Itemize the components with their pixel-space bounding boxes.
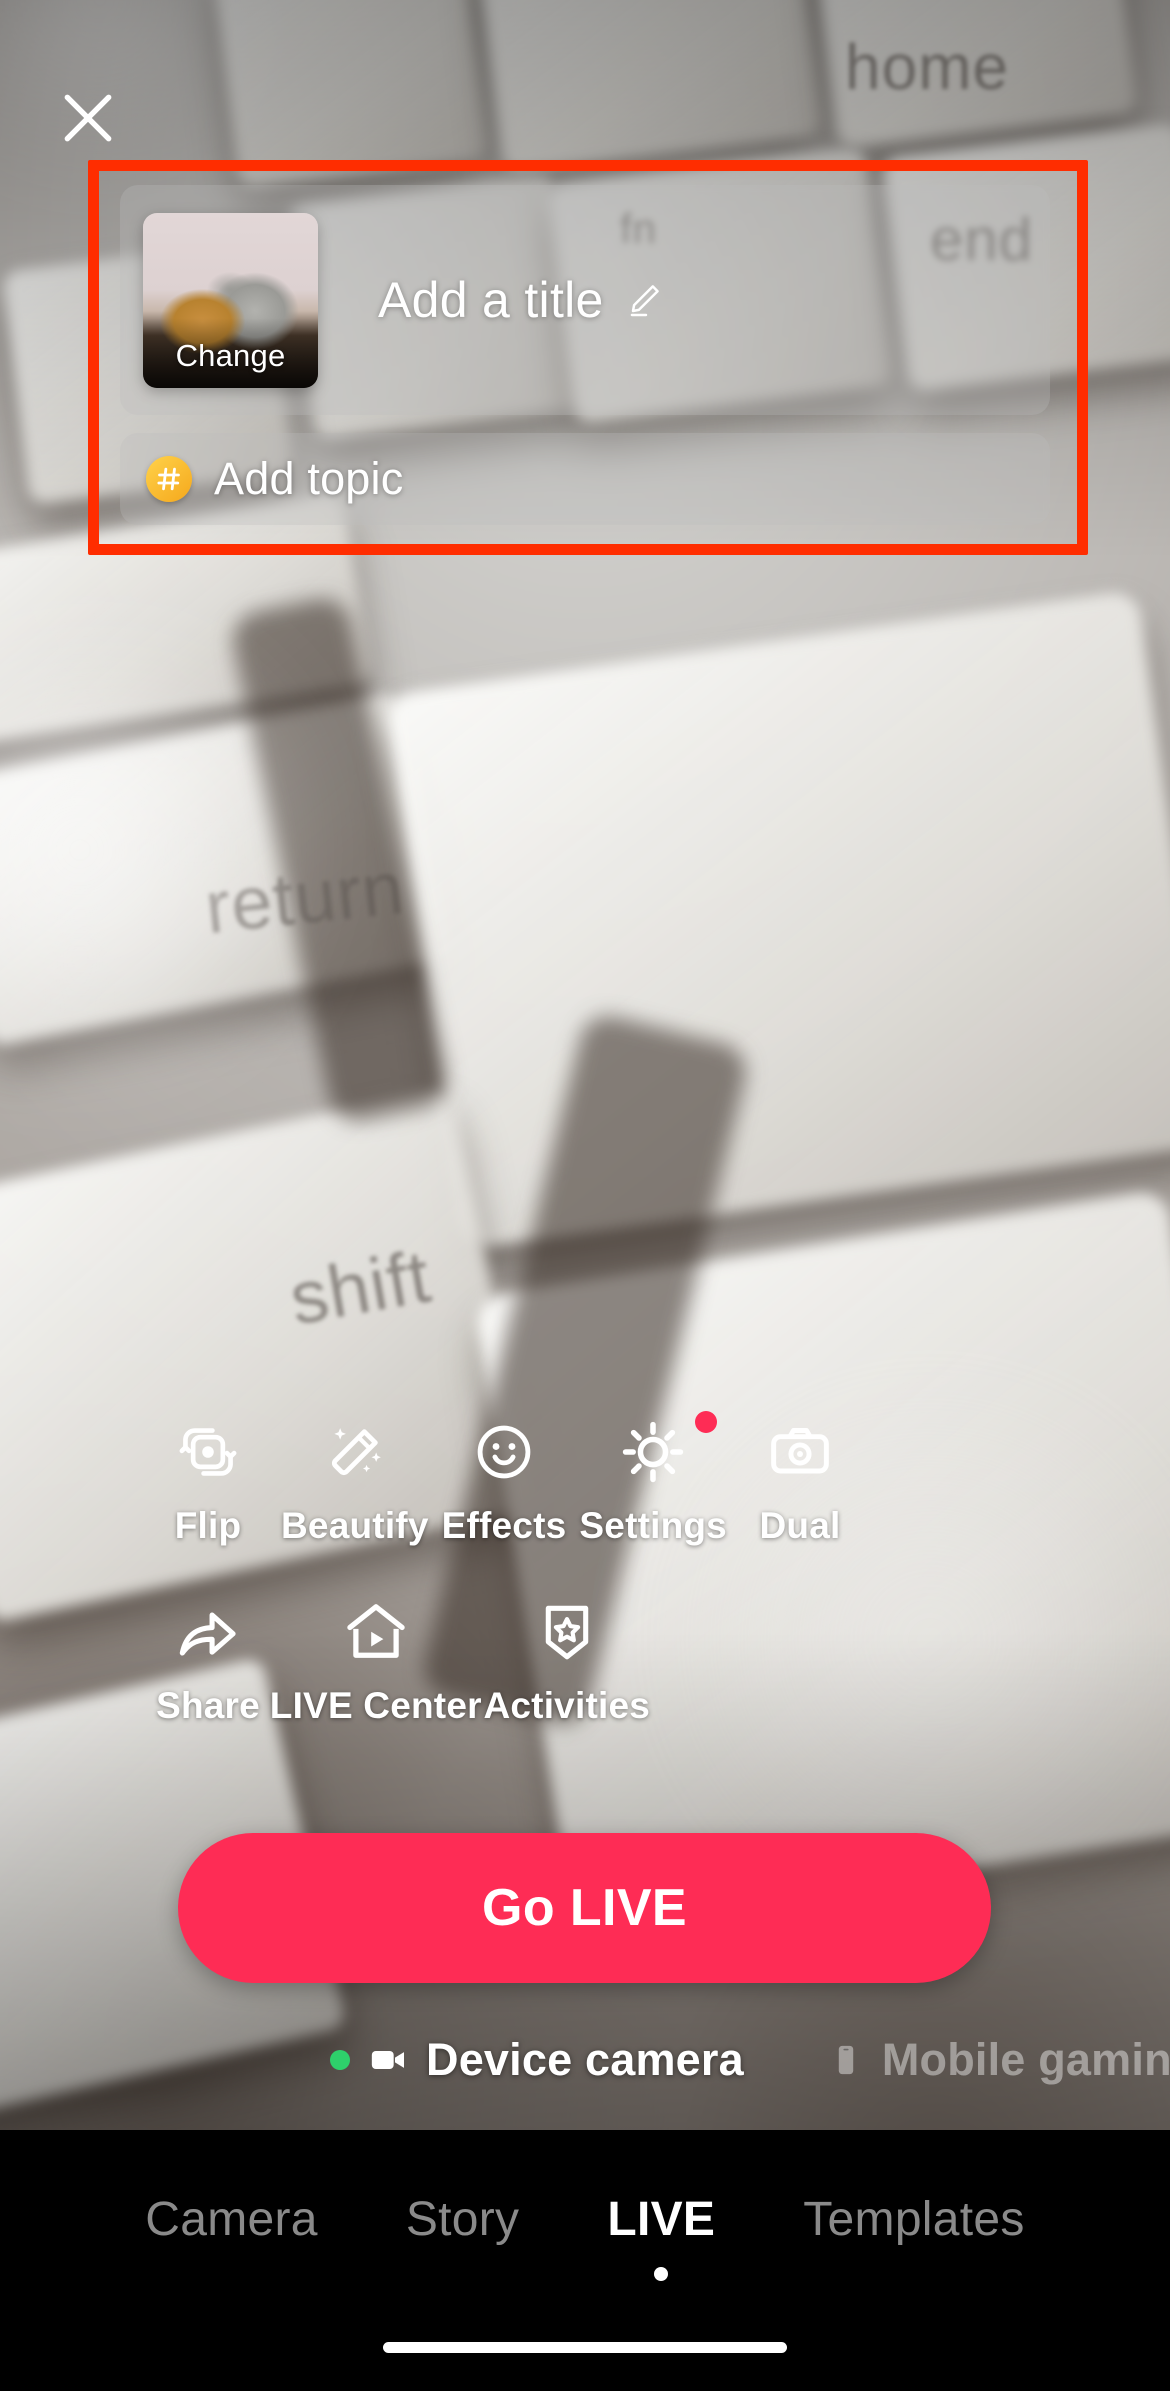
title-row[interactable]: Change Add a title — [120, 185, 1050, 415]
tab-list: Camera Story LIVE Templates — [0, 2192, 1170, 2281]
tool-settings-label: Settings — [579, 1505, 727, 1546]
tab-templates[interactable]: Templates — [803, 2192, 1024, 2257]
mode-device-camera[interactable]: Device camera — [330, 2034, 744, 2086]
tool-row-primary: Flip Beautify Effects Settings Dual — [0, 1411, 1020, 1547]
pencil-icon — [630, 285, 659, 317]
mode-device-camera-label: Device camera — [426, 2034, 744, 2085]
add-title-button[interactable]: Add a title — [378, 271, 666, 329]
live-info-panel: Change Add a title Add topic — [120, 185, 1050, 525]
video-camera-icon — [371, 2051, 404, 2069]
add-topic-label: Add topic — [214, 453, 404, 504]
tool-share-label: Share — [156, 1685, 260, 1726]
tab-story[interactable]: Story — [406, 2192, 520, 2257]
mode-mobile-gaming-label: Mobile gaming — [881, 2034, 1170, 2085]
bottom-tab-bar: Camera Story LIVE Templates — [0, 2130, 1170, 2391]
tool-effects-label: Effects — [441, 1505, 567, 1546]
tab-templates-label: Templates — [803, 2193, 1025, 2246]
settings-notification-badge — [694, 1411, 717, 1433]
close-icon — [64, 94, 112, 142]
gear-icon — [616, 1415, 690, 1489]
mode-mobile-gaming[interactable]: Mobile gaming — [828, 2034, 1170, 2086]
house-play-icon — [339, 1595, 413, 1669]
thumbnail-change-label: Change — [175, 338, 286, 373]
tool-row-secondary: Share LIVE Center Activities — [0, 1595, 650, 1727]
tool-dual[interactable]: Dual — [740, 1415, 860, 1547]
active-status-dot — [330, 2050, 350, 2070]
active-tab-indicator-dot — [654, 2267, 669, 2281]
tool-live-center-label: LIVE Center — [269, 1685, 482, 1726]
share-arrow-icon — [171, 1595, 245, 1669]
add-topic-row[interactable]: Add topic — [120, 433, 1050, 525]
home-indicator — [383, 2342, 787, 2353]
go-live-button[interactable]: Go LIVE — [178, 1833, 991, 1983]
tool-live-center[interactable]: LIVE Center — [270, 1595, 482, 1727]
tool-effects[interactable]: Effects — [442, 1415, 567, 1547]
tool-activities-label: Activities — [483, 1685, 650, 1726]
tab-camera[interactable]: Camera — [145, 2192, 318, 2257]
thumbnail-change-button[interactable]: Change — [143, 213, 318, 388]
hashtag-glyph — [157, 467, 180, 491]
tool-settings[interactable]: Settings — [579, 1411, 727, 1547]
tool-activities[interactable]: Activities — [483, 1595, 650, 1727]
close-button[interactable] — [48, 78, 128, 158]
tab-story-label: Story — [405, 2193, 520, 2246]
tool-flip-label: Flip — [174, 1505, 242, 1546]
preview-key — [384, 589, 1170, 1251]
magic-wand-icon — [318, 1415, 392, 1489]
hashtag-icon — [146, 456, 192, 502]
tool-flip[interactable]: Flip — [148, 1415, 268, 1547]
tool-beautify[interactable]: Beautify — [281, 1415, 429, 1547]
badge-star-icon — [530, 1595, 604, 1669]
tab-camera-label: Camera — [145, 2193, 318, 2246]
tab-live-label: LIVE — [607, 2193, 716, 2246]
tab-live[interactable]: LIVE — [607, 2192, 716, 2281]
tool-beautify-label: Beautify — [281, 1505, 429, 1546]
smiley-face-icon — [467, 1415, 541, 1489]
phone-icon — [838, 2045, 854, 2075]
add-title-label: Add a title — [378, 272, 604, 328]
flip-camera-icon — [171, 1415, 245, 1489]
camera-icon — [763, 1415, 837, 1489]
tool-share[interactable]: Share — [148, 1595, 268, 1727]
tool-dual-label: Dual — [759, 1505, 841, 1546]
camera-mode-selector: Device camera Mobile gaming — [0, 2010, 1170, 2110]
